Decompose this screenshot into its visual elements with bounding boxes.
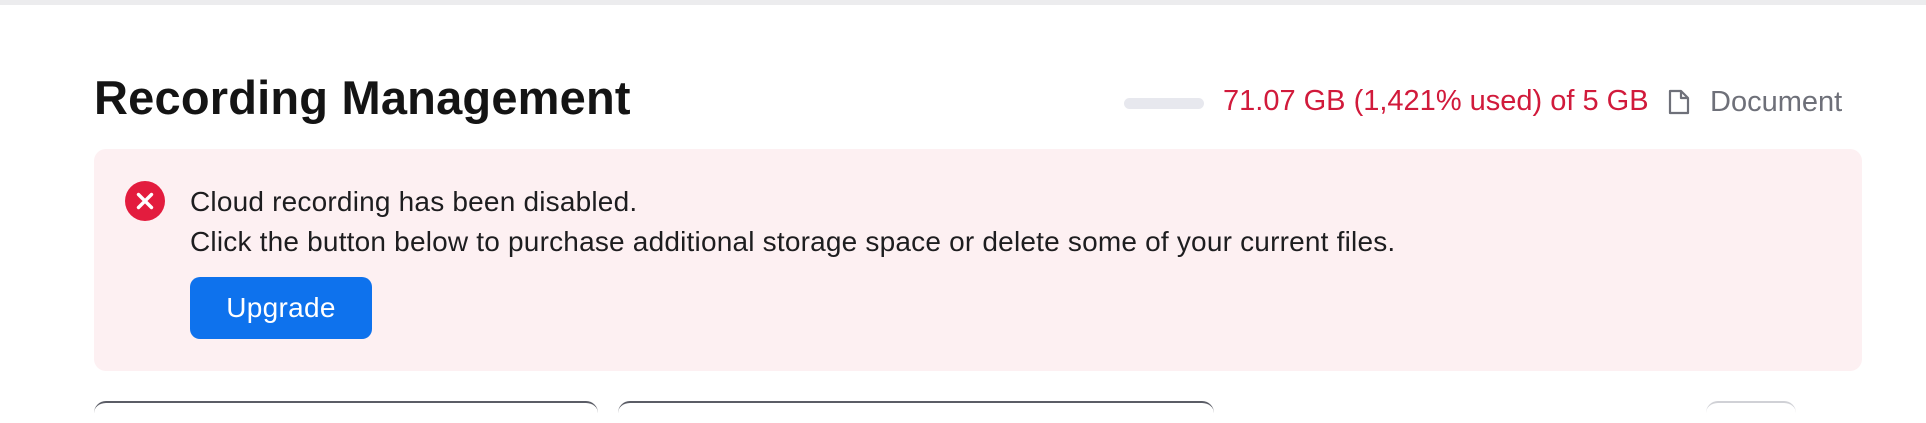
error-circle-icon bbox=[125, 181, 165, 221]
document-link-label: Document bbox=[1710, 85, 1843, 118]
storage-usage-text: 71.07 GB (1,421% used) of 5 GB bbox=[1223, 85, 1649, 117]
document-link[interactable]: Document bbox=[1668, 84, 1842, 120]
alert-message: Click the button below to purchase addit… bbox=[190, 226, 1396, 257]
storage-usage-bar-fill bbox=[1124, 98, 1204, 109]
upgrade-button[interactable]: Upgrade bbox=[190, 277, 372, 339]
top-divider bbox=[0, 0, 1926, 5]
filter-tab-3[interactable] bbox=[1706, 401, 1796, 423]
filter-tab-1[interactable] bbox=[94, 401, 598, 423]
document-icon bbox=[1668, 89, 1690, 115]
alert-title: Cloud recording has been disabled. bbox=[190, 186, 638, 217]
storage-alert-banner: Cloud recording has been disabled. Click… bbox=[94, 149, 1862, 371]
filter-tab-2[interactable] bbox=[618, 401, 1214, 423]
page-title: Recording Management bbox=[94, 71, 631, 124]
storage-usage-bar bbox=[1124, 98, 1204, 109]
